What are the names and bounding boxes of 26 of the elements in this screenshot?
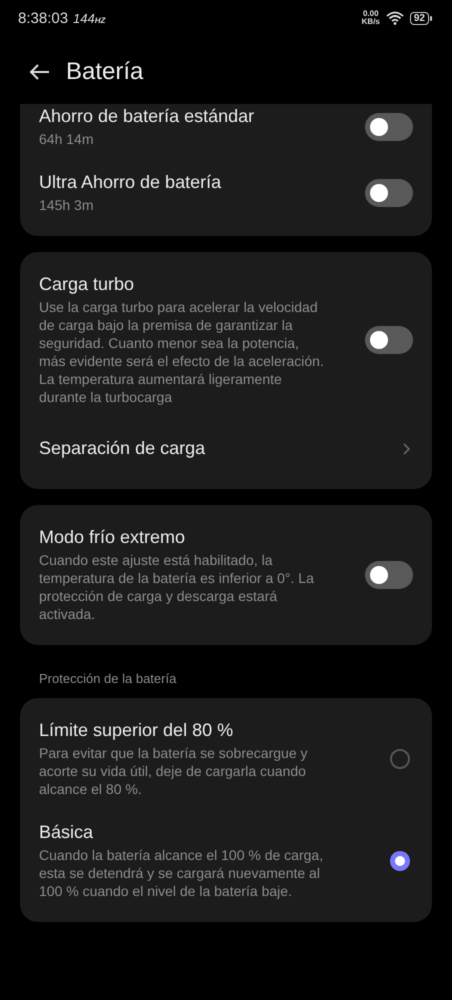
setting-description: 145h 3m	[39, 196, 94, 214]
refresh-rate: 144HZ	[73, 10, 106, 26]
toggle-switch[interactable]	[365, 326, 413, 354]
wifi-icon	[386, 11, 404, 25]
setting-title[interactable]: Modo frío extremo	[39, 527, 365, 548]
setting-description: Para evitar que la batería se sobrecargue y acorte su vida útil, deje de cargarla cuando alcance el 80 %.	[39, 744, 308, 798]
setting-description: Use la carga turbo para acelerar la velocidad de carga bajo la premisa de garantizar la seguridad. Cuanto menor sea la potencia, más evidente será el efecto de la aceleración. La temperatura aumentará ligeramente durante la turbocarga	[39, 298, 325, 406]
network-speed: 0.00 KB/s	[362, 10, 380, 26]
page-title: Batería	[66, 58, 144, 86]
status-time: 8:38:03	[18, 10, 68, 26]
setting-title[interactable]: Límite superior del 80 %	[39, 720, 390, 741]
setting-title[interactable]: Ultra Ahorro de batería	[39, 172, 365, 193]
setting-description: Cuando este ajuste está habilitado, la temperatura de la batería es inferior a 0°. La protección de carga y descarga estará activada.	[39, 551, 315, 623]
toggle-switch[interactable]	[365, 561, 413, 589]
setting-title[interactable]: Básica	[39, 822, 390, 843]
toggle-switch[interactable]	[365, 179, 413, 207]
radio-button[interactable]	[390, 749, 410, 769]
section-header: Protección de la batería	[38, 670, 178, 686]
setting-description: 64h 14m	[39, 130, 94, 148]
setting-description: Cuando la batería alcance el 100 % de carga, esta se detendrá y se cargará nuevamente al 100 % cuando el nivel de la batería baje.	[39, 846, 324, 900]
toggle-switch[interactable]	[365, 113, 413, 141]
setting-title[interactable]: Ahorro de batería estándar	[39, 106, 365, 127]
setting-title[interactable]: Separación de carga	[39, 438, 399, 459]
setting-title[interactable]: Carga turbo	[39, 274, 365, 295]
radio-button[interactable]	[390, 851, 410, 871]
battery-level: 92	[410, 12, 429, 24]
